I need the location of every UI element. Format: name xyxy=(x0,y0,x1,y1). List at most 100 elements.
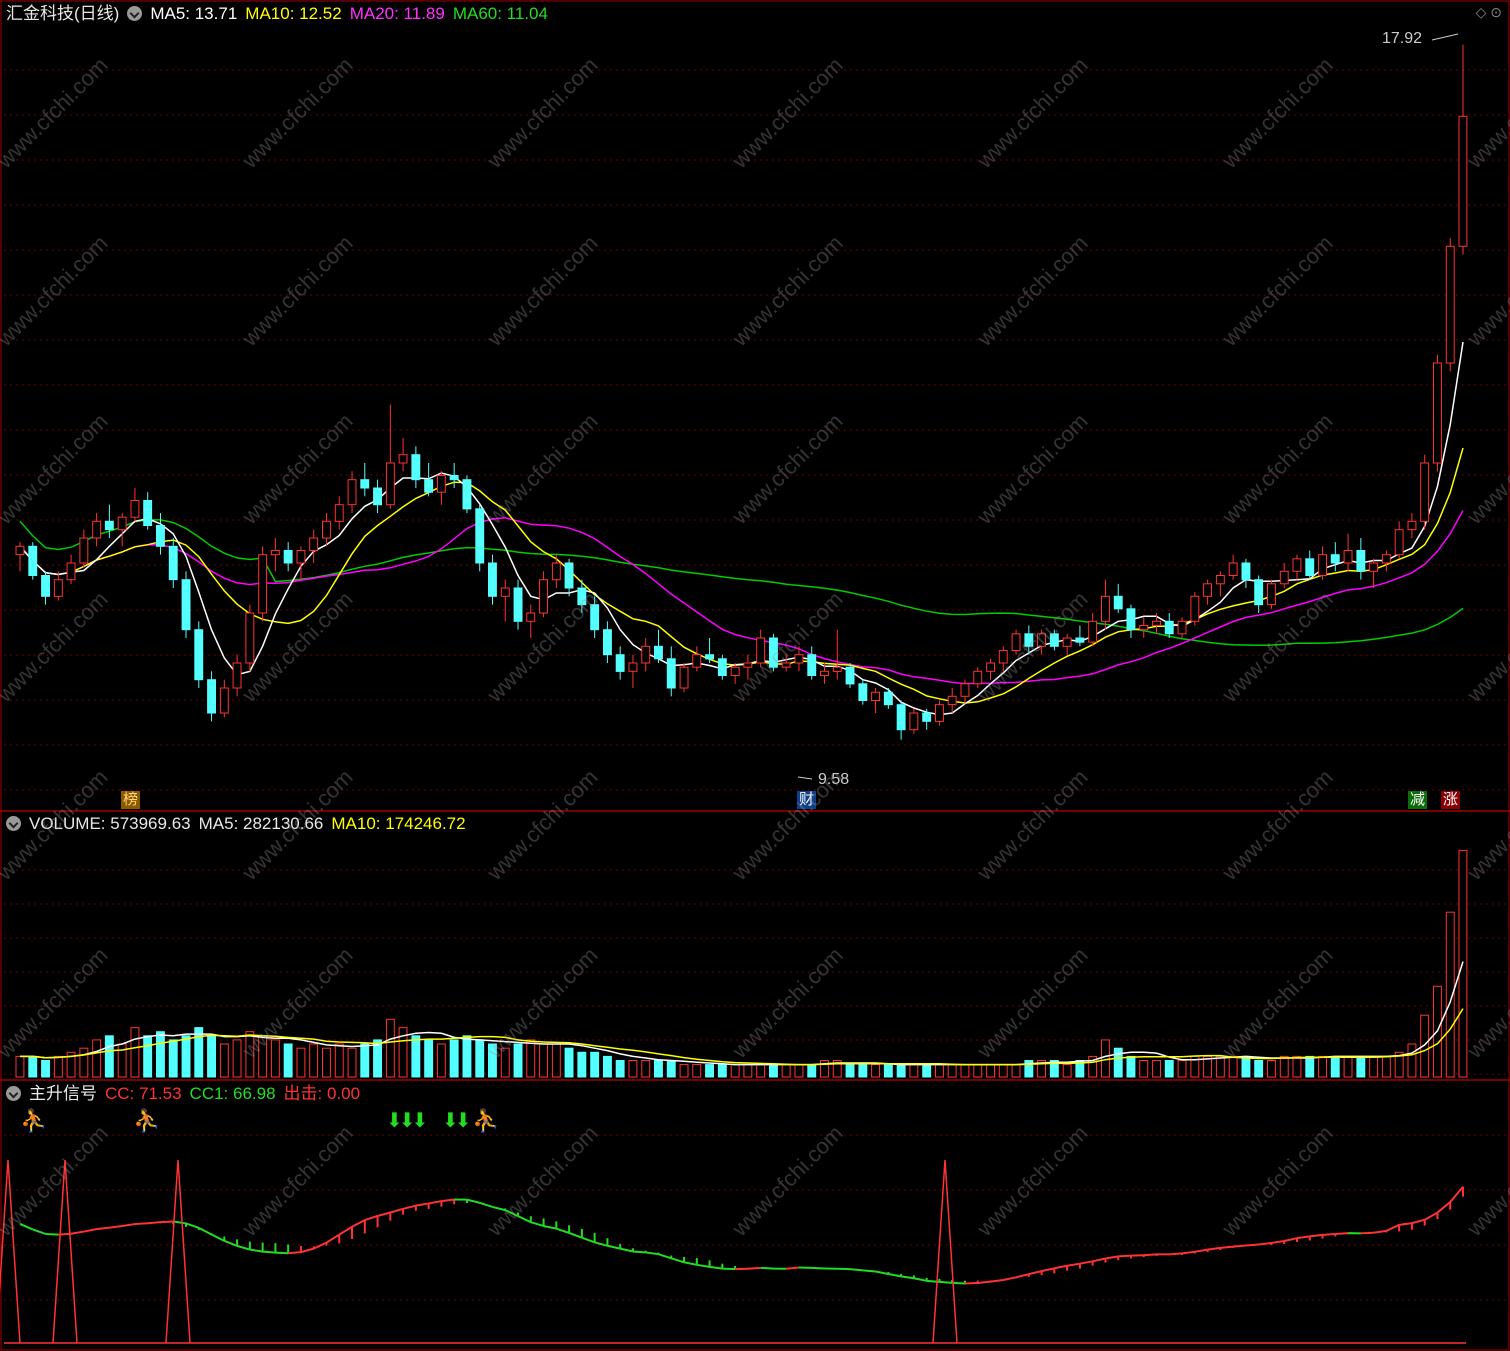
cc-line-segment xyxy=(428,1200,442,1205)
cc-line-segment xyxy=(1271,1240,1285,1244)
cc-line-segment xyxy=(990,1279,1004,1283)
cc-line-segment xyxy=(1309,1233,1323,1238)
candle-body xyxy=(1228,562,1238,576)
cc-line-segment xyxy=(875,1270,889,1275)
candle-body xyxy=(756,637,766,664)
volume-bar xyxy=(143,1035,153,1078)
volume-bar xyxy=(1407,1043,1417,1078)
candle-body xyxy=(577,587,587,606)
volume-bar xyxy=(1126,1055,1136,1078)
candle-body xyxy=(883,691,893,706)
candle-body xyxy=(1062,637,1072,647)
cc-line-segment xyxy=(313,1241,327,1250)
stock-chart-svg[interactable] xyxy=(0,0,1510,1351)
cc-line-segment xyxy=(351,1219,366,1228)
candle-body xyxy=(322,520,331,539)
candle-body xyxy=(679,666,689,689)
volume-bar xyxy=(92,1039,102,1078)
candle-body xyxy=(871,691,880,702)
volume-bar xyxy=(1215,1055,1225,1078)
volume-bar xyxy=(628,1060,638,1078)
cc-line-segment xyxy=(441,1198,455,1203)
candle-body xyxy=(909,712,919,731)
cc-line-segment xyxy=(1207,1246,1221,1251)
volume-bar xyxy=(245,1031,255,1078)
indicator-menu-icon[interactable] xyxy=(127,6,143,21)
candle-body xyxy=(449,475,459,481)
cc-line-segment xyxy=(479,1201,493,1208)
candle-body xyxy=(194,629,204,681)
signal-menu-icon[interactable] xyxy=(6,1086,21,1101)
volume-menu-icon[interactable] xyxy=(6,816,21,831)
volume-bar xyxy=(296,1047,306,1078)
candle-body xyxy=(922,712,932,722)
volume-bar xyxy=(781,1064,791,1078)
cc-line-segment xyxy=(581,1236,595,1244)
cc-line-segment xyxy=(619,1247,634,1253)
candle-body xyxy=(462,479,472,510)
volume-bar xyxy=(1279,1055,1289,1078)
cc-line-segment xyxy=(96,1226,110,1231)
candle-body xyxy=(1279,570,1289,585)
ma20-line xyxy=(19,510,1464,685)
volume-bar xyxy=(539,1043,548,1078)
volume-title: VOLUME: 573969.63 xyxy=(29,814,191,833)
candle-body xyxy=(603,629,612,656)
candle-body xyxy=(1190,595,1200,622)
cc-line-segment xyxy=(402,1204,417,1210)
volume-bar xyxy=(411,1035,421,1078)
candle-body xyxy=(334,504,344,522)
candle-body xyxy=(1075,637,1085,643)
volume-bar xyxy=(909,1064,919,1078)
candle-body xyxy=(1101,595,1110,622)
cc-line-segment xyxy=(300,1247,314,1254)
main-title[interactable]: 汇金科技(日线) xyxy=(6,4,119,23)
volume-bar xyxy=(935,1064,944,1078)
cc-line-segment xyxy=(1233,1244,1246,1248)
volume-bar xyxy=(475,1039,485,1078)
event-tag-jian[interactable]: 减 xyxy=(1408,791,1428,809)
volume-bar xyxy=(1254,1060,1264,1078)
cc-line-segment xyxy=(262,1250,276,1254)
ma5-label: MA5: 13.71 xyxy=(150,4,238,23)
volume-bar xyxy=(883,1064,893,1078)
candle-body xyxy=(270,550,280,556)
cc-line-segment xyxy=(504,1209,519,1218)
cc-line-segment xyxy=(1079,1260,1093,1265)
candle-body xyxy=(1343,550,1353,564)
candle-body xyxy=(666,658,676,689)
volume-bar xyxy=(309,1043,319,1078)
chart-frame xyxy=(0,0,1510,1351)
event-tag-zhang[interactable]: 涨 xyxy=(1441,791,1461,809)
cc-line-segment xyxy=(696,1263,710,1268)
candle-body xyxy=(526,612,536,622)
cc-line-segment xyxy=(377,1211,391,1217)
cc-line-segment xyxy=(1041,1267,1055,1273)
volume-bar xyxy=(1101,1039,1110,1078)
volume-bar xyxy=(922,1064,932,1078)
candle-body xyxy=(743,662,753,668)
cc-line-segment xyxy=(45,1232,59,1236)
corner-diamond-icon[interactable]: ◇ ⊙ xyxy=(1476,4,1502,21)
cc-line-segment xyxy=(109,1225,123,1229)
cc-line-segment xyxy=(19,1222,34,1231)
candle-body xyxy=(1203,583,1212,597)
cc-line-segment xyxy=(211,1233,225,1242)
chuji-spike xyxy=(932,1159,958,1344)
event-tag-bang[interactable]: 榜 xyxy=(121,791,141,809)
cc-line-segment xyxy=(288,1251,302,1255)
event-tag-cai[interactable]: 财 xyxy=(797,791,817,809)
volume-bar xyxy=(590,1051,600,1078)
cc-line-segment xyxy=(888,1273,902,1278)
candle-body xyxy=(1369,562,1379,572)
cc-line-segment xyxy=(1143,1253,1157,1257)
candle-body xyxy=(947,695,957,706)
volume-bar xyxy=(998,1064,1008,1078)
volume-bar xyxy=(181,1035,191,1078)
cc-line-segment xyxy=(1424,1211,1438,1221)
cc-line-segment xyxy=(1028,1270,1042,1276)
cc-line-segment xyxy=(1335,1232,1349,1236)
candle-body xyxy=(66,562,76,581)
candle-body xyxy=(820,670,829,676)
volume-bar xyxy=(1228,1055,1238,1078)
